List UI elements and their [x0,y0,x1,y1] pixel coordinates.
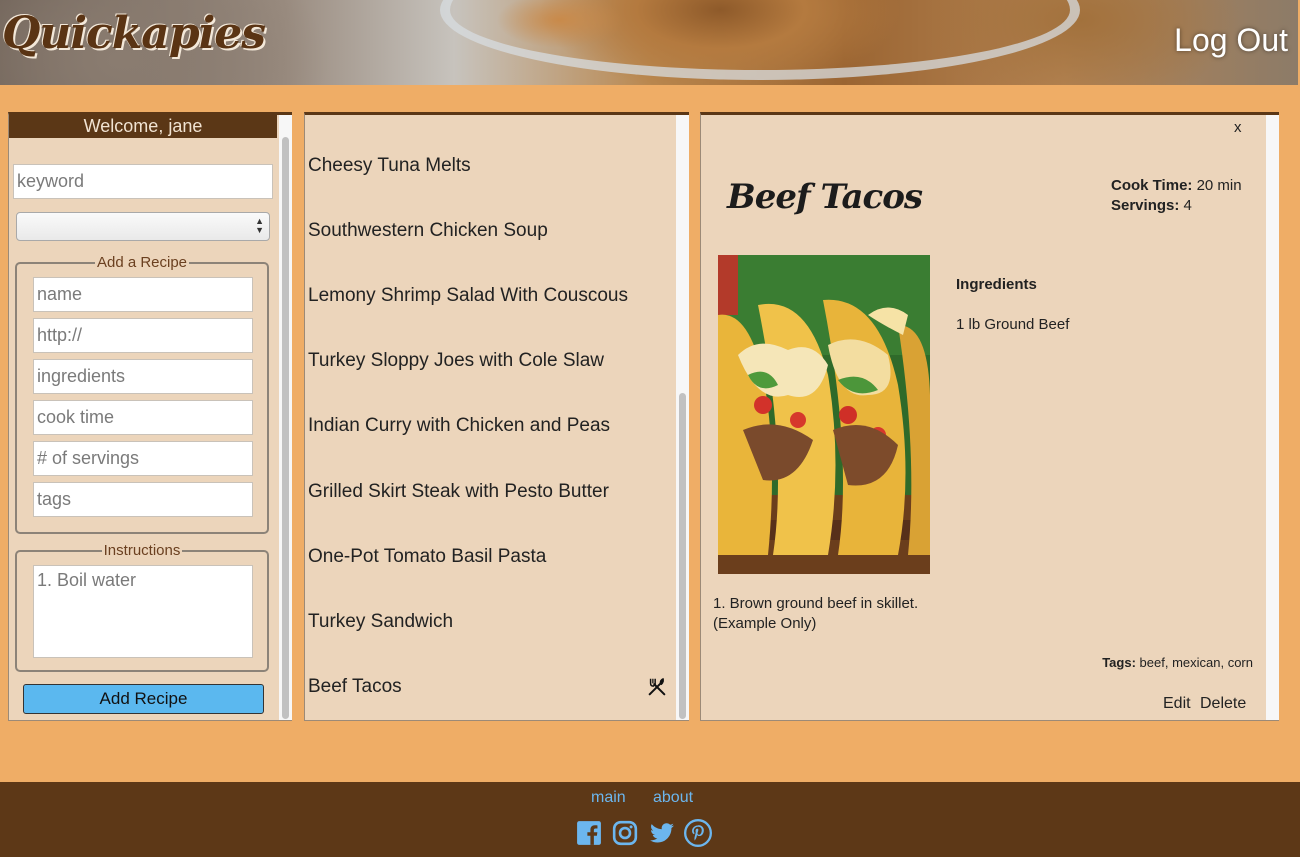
search-input[interactable]: keyword [13,164,273,199]
recipe-list-item[interactable]: Indian Curry with Chicken and Peas [308,415,610,437]
recipe-detail-panel: x Beef Tacos Cook Time: 20 min Servings:… [700,112,1279,721]
cook-time-label: Cook Time: [1111,177,1193,194]
recipe-tags: Tags: beef, mexican, corn [1102,655,1253,670]
tags-value: beef, mexican, corn [1139,655,1253,670]
recipe-list-scrollbar[interactable] [676,115,689,720]
recipe-servings-field[interactable]: # of servings [33,441,253,476]
recipe-list-item-selected[interactable]: Beef Tacos [308,676,402,698]
fork-knife-icon[interactable] [646,676,668,698]
cook-time-row: Cook Time: 20 min [1111,177,1242,194]
header-banner: Quickapies Log Out [0,0,1298,85]
ingredients-heading: Ingredients [956,276,1037,293]
recipe-list-scroll-thumb[interactable] [679,393,686,719]
servings-row: Servings: 4 [1111,197,1192,214]
recipe-list-item[interactable]: Turkey Sloppy Joes with Cole Slaw [308,350,604,372]
recipe-url-field[interactable]: http:// [33,318,253,353]
instruction-line: (Example Only) [713,615,817,632]
sidebar-scrollbar[interactable] [279,115,292,720]
delete-recipe-link[interactable]: Delete [1200,695,1246,713]
logout-link[interactable]: Log Out [1174,22,1288,59]
add-recipe-legend: Add a Recipe [96,254,188,271]
facebook-icon[interactable] [576,820,602,846]
footer-link-main[interactable]: main [591,789,626,807]
instructions-textarea[interactable]: 1. Boil water [33,565,253,658]
recipe-photo [718,255,930,574]
sidebar-scroll-thumb[interactable] [282,137,289,719]
recipe-list-item[interactable]: Cheesy Tuna Melts [308,155,471,177]
sidebar-panel: Welcome, jane keyword ▲ ▼ Add a Recipe na… [8,112,292,721]
footer: main about [0,782,1300,857]
recipe-title: Beef Tacos [727,177,923,217]
recipe-list-item[interactable]: Turkey Sandwich [308,611,453,633]
instruction-line: 1. Brown ground beef in skillet. [713,595,919,612]
recipe-instructions: 1. Brown ground beef in skillet. (Exampl… [713,594,918,634]
recipe-list-item[interactable]: Grilled Skirt Steak with Pesto Butter [308,481,609,503]
recipe-list-panel: Cheesy Tuna Melts Southwestern Chicken S… [304,112,689,721]
instagram-icon[interactable] [612,820,638,846]
detail-scrollbar[interactable] [1266,115,1279,720]
tags-label: Tags: [1102,655,1136,670]
recipe-name-field[interactable]: name [33,277,253,312]
recipe-cook-time-field[interactable]: cook time [33,400,253,435]
header-bowl-decoration [440,0,1080,80]
edit-recipe-link[interactable]: Edit [1163,695,1191,713]
recipe-list-item[interactable]: One-Pot Tomato Basil Pasta [308,546,546,568]
welcome-banner: Welcome, jane [9,115,277,138]
recipe-list-item[interactable]: Southwestern Chicken Soup [308,220,548,242]
select-arrows-icon: ▲ ▼ [255,216,264,235]
recipe-list-item[interactable]: Lemony Shrimp Salad With Couscous [308,285,628,307]
servings-label: Servings: [1111,197,1180,214]
close-detail-button[interactable]: x [1234,119,1242,136]
twitter-icon[interactable] [647,820,677,846]
cook-time-value: 20 min [1196,177,1242,194]
add-recipe-button[interactable]: Add Recipe [23,684,264,714]
site-logo[interactable]: Quickapies [2,8,266,59]
ingredient-item: 1 lb Ground Beef [956,316,1070,333]
servings-value: 4 [1183,197,1192,214]
footer-link-about[interactable]: about [653,789,693,807]
category-select[interactable]: ▲ ▼ [16,212,270,241]
instructions-legend: Instructions [103,542,181,559]
recipe-tags-field[interactable]: tags [33,482,253,517]
recipe-ingredients-field[interactable]: ingredients [33,359,253,394]
pinterest-icon[interactable] [684,819,712,847]
